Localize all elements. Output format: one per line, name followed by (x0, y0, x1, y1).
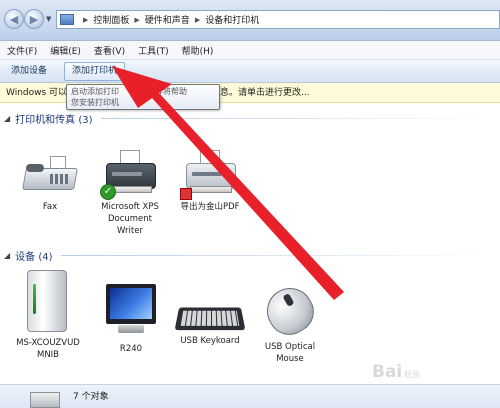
breadcrumb-separator-icon: ▶ (194, 15, 201, 24)
tooltip-line-2: 您安装打印机 (71, 98, 119, 107)
pdf-badge-icon (180, 188, 192, 200)
keyboard-icon (174, 302, 246, 332)
breadcrumb-item-devices-printers[interactable]: 设备和打印机 (205, 13, 259, 26)
device-item-mouse[interactable]: USB Optical Mouse (258, 279, 322, 365)
devices-group-title: 设备 (4) (15, 252, 53, 263)
menu-bar: 文件(F) 编辑(E) 查看(V) 工具(T) 帮助(H) (0, 41, 500, 60)
breadcrumb[interactable]: ▶ 控制面板 ▶ 硬件和声音 ▶ 设备和打印机 (56, 10, 500, 29)
forward-arrow-icon: ▶ (29, 12, 39, 26)
printers-group-header[interactable]: ◢ 打印机和传真 (3) (4, 111, 494, 126)
mouse-icon (258, 279, 322, 343)
device-label: R240 (119, 344, 143, 354)
menu-help[interactable]: 帮助(H) (176, 44, 220, 57)
menu-file[interactable]: 文件(F) (1, 44, 43, 57)
default-printer-check-icon: ✓ (100, 184, 116, 200)
add-device-button[interactable]: 添加设备 (4, 62, 54, 80)
collapse-triangle-icon[interactable]: ◢ (4, 251, 10, 260)
breadcrumb-separator-icon: ▶ (83, 15, 89, 24)
device-item-fax[interactable]: Fax (20, 150, 80, 213)
menu-view[interactable]: 查看(V) (88, 44, 131, 57)
device-item-monitor[interactable]: R240 (105, 284, 157, 355)
device-label: MS-XCOUZVUD MNIB (16, 338, 80, 360)
devices-content-pane: ◢ 打印机和传真 (3) Fax ✓ Microsoft XPS Documen… (0, 104, 500, 407)
device-item-keyboard[interactable]: USB Keykoard (174, 284, 246, 347)
collapse-triangle-icon[interactable]: ◢ (4, 114, 10, 123)
status-bar: 7 个对象 (0, 384, 500, 408)
info-bar-text: Windows 可以 (6, 88, 68, 98)
device-label: Microsoft XPS Document Writer (101, 202, 159, 236)
device-item-computer[interactable]: MS-XCOUZVUD MNIB (12, 270, 84, 361)
status-printer-icon (30, 392, 60, 408)
back-arrow-icon: ◀ (9, 12, 19, 26)
device-label: 导出为金山PDF (180, 202, 240, 212)
object-count: 7 个对象 (73, 392, 109, 402)
menu-tools[interactable]: 工具(T) (132, 44, 175, 57)
group-divider (60, 255, 494, 256)
control-panel-icon (60, 14, 74, 25)
device-label: USB Keykoard (180, 336, 240, 346)
group-divider (100, 118, 494, 119)
watermark-text-2: 经验 (404, 370, 421, 379)
printer-icon (180, 150, 240, 200)
fax-icon (20, 150, 80, 198)
breadcrumb-item-hardware-sound[interactable]: 硬件和声音 (145, 13, 190, 26)
printers-group-title: 打印机和传真 (3) (15, 115, 93, 126)
watermark: Bai 经验 (372, 362, 420, 382)
computer-icon (27, 270, 69, 334)
printer-icon: ✓ (100, 150, 160, 200)
breadcrumb-item-control-panel[interactable]: 控制面板 (93, 13, 129, 26)
devices-group-header[interactable]: ◢ 设备 (4) (4, 248, 494, 263)
breadcrumb-separator-icon: ▶ (134, 15, 140, 24)
back-button[interactable]: ◀ (4, 9, 24, 29)
command-bar: 添加设备 添加打印机 (0, 60, 500, 83)
tooltip-line-1-tail: 。该向导将帮助 (131, 87, 187, 96)
forward-button[interactable]: ▶ (24, 9, 44, 29)
menu-edit[interactable]: 编辑(E) (44, 44, 87, 57)
monitor-icon (106, 284, 156, 340)
device-item-pdf-printer[interactable]: 导出为金山PDF (172, 150, 248, 213)
add-printer-tooltip: 启动添加打印 。该向导将帮助 您安装打印机 (66, 84, 220, 110)
info-bar-text-tail: 信息。请单击进行更改... (211, 88, 310, 98)
watermark-text: Bai (372, 362, 403, 382)
device-item-xps-writer[interactable]: ✓ Microsoft XPS Document Writer (95, 150, 165, 237)
history-dropdown-icon[interactable]: ▼ (46, 15, 51, 23)
tooltip-line-1: 启动添加打印 (71, 87, 119, 96)
device-label: USB Optical Mouse (264, 342, 316, 364)
add-printer-button[interactable]: 添加打印机 (64, 61, 126, 81)
address-bar: ◀ ▶ ▼ ▶ 控制面板 ▶ 硬件和声音 ▶ 设备和打印机 (0, 0, 500, 41)
device-label: Fax (42, 202, 58, 212)
